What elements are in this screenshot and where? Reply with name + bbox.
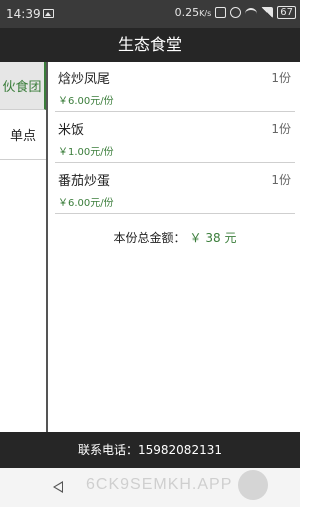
sidebar: 伙食团 单点 (0, 62, 48, 432)
status-time: 14:39 (6, 7, 41, 21)
sidebar-item-label: 单点 (9, 129, 36, 144)
contact-phone[interactable]: 联系电话：15982082131 (78, 443, 222, 457)
dish-price: ￥6.00元/份 (58, 96, 114, 107)
sidebar-item-label: 伙食团 (2, 80, 42, 95)
watermark: 6CK9SEMKH.APP (86, 476, 233, 493)
back-icon[interactable] (52, 480, 64, 494)
battery-icon: 67 (277, 6, 296, 19)
dish-name: 焓炒凤尾 (58, 72, 111, 87)
wifi-icon (245, 7, 258, 18)
app-header: 生态食堂 (0, 28, 300, 62)
total-amount: ￥ 38 元 (189, 231, 237, 245)
dish-price: ￥1.00元/份 (58, 147, 114, 158)
home-icon[interactable] (238, 470, 268, 500)
total-row: 本份总金额： ￥ 38 元 (50, 229, 300, 246)
network-speed: 0.25K/s (174, 6, 212, 19)
total-label: 本份总金额： (113, 231, 186, 245)
dish-price: ￥6.00元/份 (58, 198, 114, 209)
status-icons: 0.25K/s 67 (175, 6, 296, 19)
list-item[interactable]: 焓炒凤尾 1份 ￥6.00元/份 (55, 62, 295, 112)
system-nav-bar: 6CK9SEMKH.APP (0, 468, 300, 507)
page-title: 生态食堂 (117, 35, 182, 54)
dish-quantity: 1份 (271, 173, 291, 187)
dish-name: 番茄炒蛋 (58, 174, 111, 189)
contact-footer: 联系电话：15982082131 (0, 432, 300, 468)
vibrate-icon (215, 7, 227, 18)
alarm-icon (230, 7, 242, 18)
dish-quantity: 1份 (271, 71, 291, 85)
order-list: 焓炒凤尾 1份 ￥6.00元/份 米饭 1份 ￥1.00元/份 番茄炒蛋 1份 … (50, 62, 300, 432)
image-icon (43, 9, 54, 18)
dish-quantity: 1份 (271, 122, 291, 136)
dish-name: 米饭 (58, 123, 85, 138)
status-bar: 14:39 0.25K/s 67 (0, 0, 300, 28)
sidebar-item-single-order[interactable]: 单点 (0, 110, 46, 160)
signal-icon (261, 7, 274, 18)
sidebar-item-group-meal[interactable]: 伙食团 (0, 62, 46, 110)
list-item[interactable]: 番茄炒蛋 1份 ￥6.00元/份 (55, 164, 295, 214)
list-item[interactable]: 米饭 1份 ￥1.00元/份 (55, 113, 295, 163)
